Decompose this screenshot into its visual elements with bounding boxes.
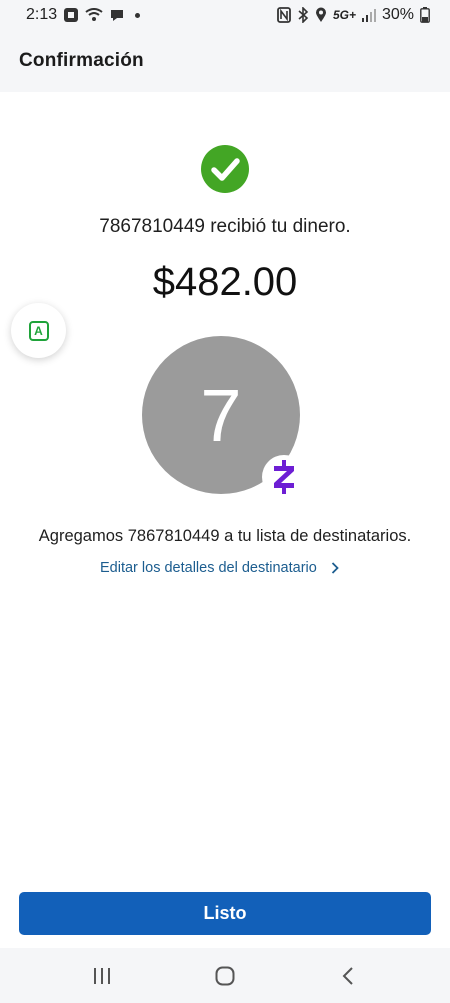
battery-percent: 30% <box>381 6 414 23</box>
recipient-received-message: 7867810449 recibió tu dinero. <box>99 216 351 237</box>
bluetooth-icon <box>297 7 309 23</box>
back-icon[interactable] <box>328 956 368 996</box>
home-icon[interactable] <box>205 956 245 996</box>
status-right: 5G+ 30% <box>277 6 430 24</box>
recipient-added-message: Agregamos 7867810449 a tu lista de desti… <box>38 527 412 545</box>
wifi-icon <box>85 8 103 22</box>
location-icon <box>315 7 327 23</box>
zelle-icon <box>262 455 306 499</box>
status-left: 2:13 <box>26 6 141 24</box>
status-time: 2:13 <box>26 6 58 23</box>
status-bar: 2:13 5G+ 30% <box>0 0 450 30</box>
done-button[interactable]: Listo <box>19 892 431 935</box>
avatar-initial: 7 <box>200 373 242 457</box>
edit-recipient-label: Editar los detalles del destinatario <box>100 560 317 576</box>
chat-icon <box>109 7 125 23</box>
success-check-icon <box>201 145 249 193</box>
recent-apps-icon[interactable] <box>82 956 122 996</box>
nfc-icon <box>277 7 291 23</box>
transfer-amount: $482.00 <box>152 260 298 304</box>
assistant-a-icon: A <box>28 320 49 341</box>
floating-assistant-button[interactable]: A <box>11 303 66 358</box>
edit-recipient-link[interactable]: Editar los detalles del destinatario <box>100 560 339 576</box>
battery-icon <box>420 7 430 23</box>
chevron-right-icon <box>331 562 339 574</box>
notification-dot-icon <box>135 12 141 18</box>
confirmation-screen: 2:13 5G+ 30% Confirmación 7867810449 rec… <box>0 0 450 1003</box>
app-header: Confirmación <box>0 30 450 92</box>
network-type: 5G+ <box>332 8 356 22</box>
page-title: Confirmación <box>19 50 144 71</box>
signal-icon <box>361 8 376 22</box>
bank-icon <box>63 7 79 23</box>
system-nav-bar <box>0 948 450 1003</box>
